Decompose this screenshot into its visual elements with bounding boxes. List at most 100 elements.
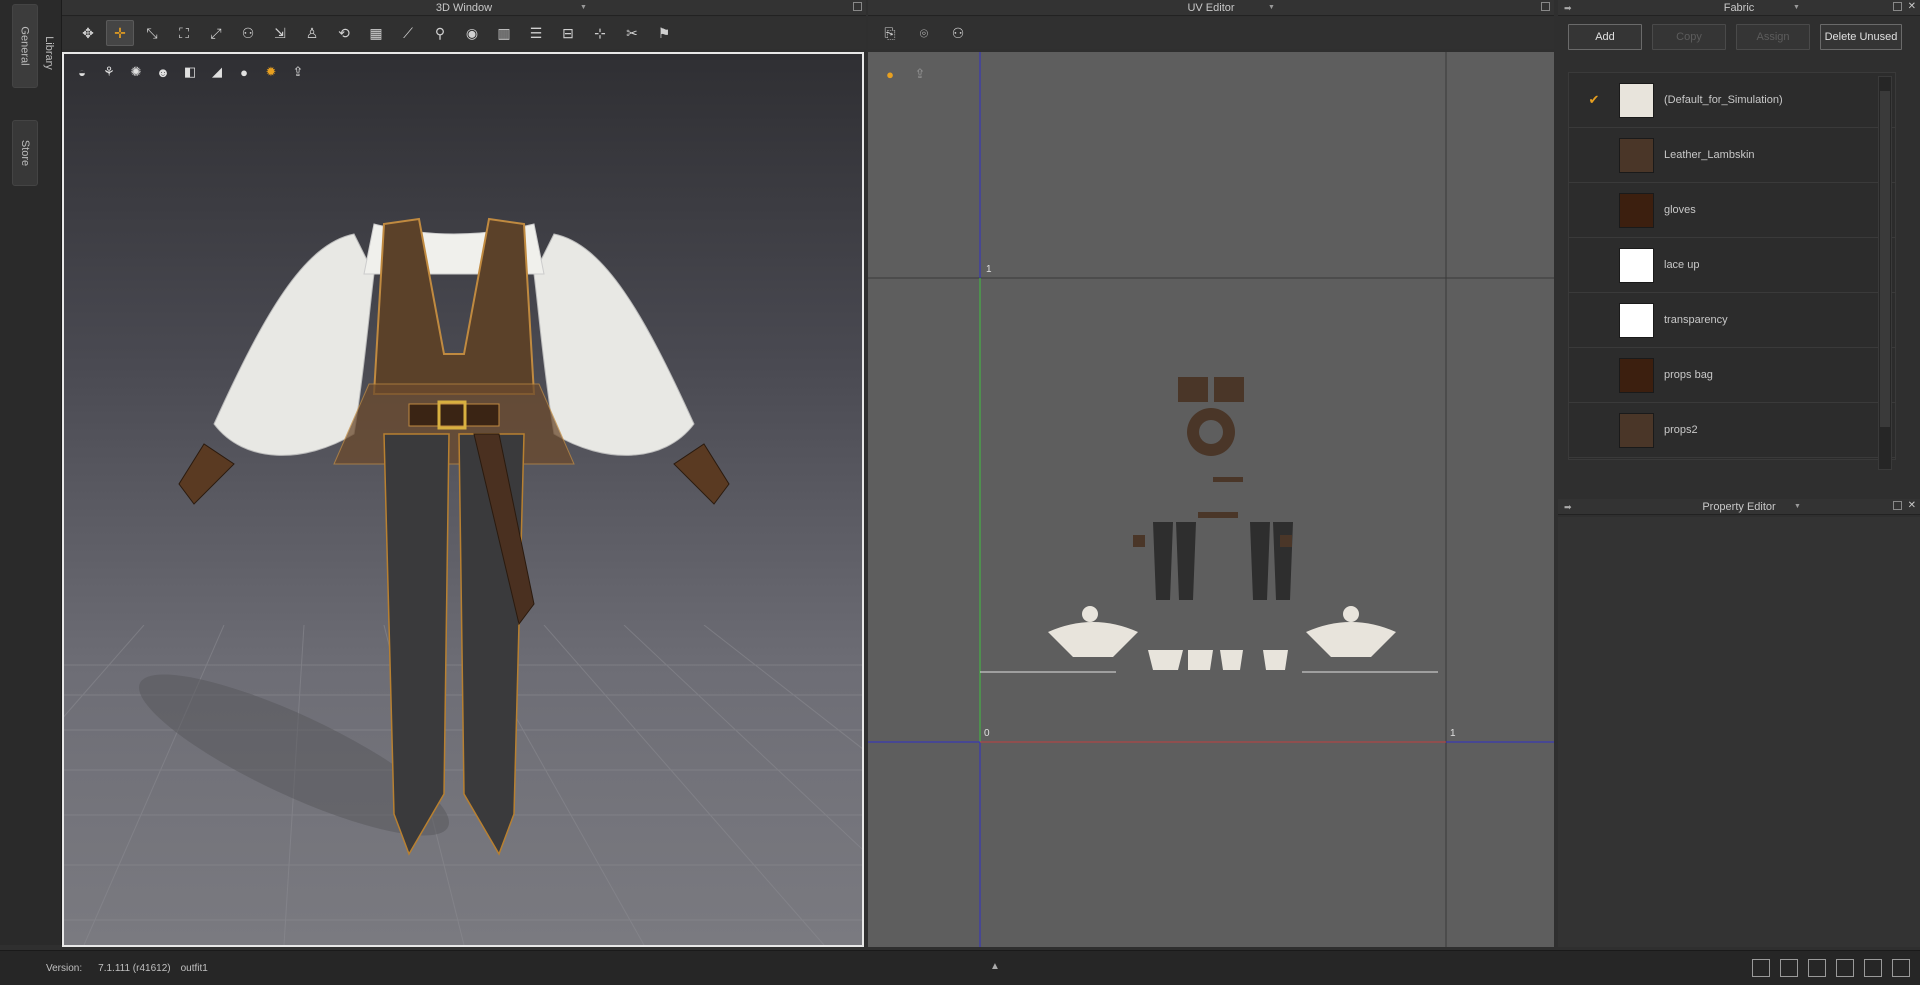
fabric-popout-icon[interactable] — [1893, 2, 1902, 11]
uv-canvas[interactable]: ● ⇪ 1 0 1 — [868, 52, 1554, 947]
layout-switcher — [1752, 959, 1910, 977]
fabric-item[interactable]: lace up — [1569, 238, 1895, 293]
uv-grid — [868, 52, 1554, 947]
uv-axis-label-origin: 0 — [984, 728, 990, 739]
property-pin-icon[interactable]: ➡ — [1564, 502, 1572, 513]
fabric-item[interactable]: ✔ (Default_for_Simulation) — [1569, 73, 1895, 128]
texture-icon[interactable]: ✺ — [124, 60, 148, 84]
fabric-item[interactable]: props2 — [1569, 403, 1895, 458]
ruler-icon[interactable]: ▥ — [490, 20, 518, 46]
fabric-list: ✔ (Default_for_Simulation) Leather_Lambs… — [1568, 72, 1896, 460]
left-tab-bar: General Library Store — [0, 0, 62, 945]
layout-triple-icon[interactable] — [1836, 959, 1854, 977]
layout-custom-icon[interactable] — [1892, 959, 1910, 977]
uv-editor-popout-icon[interactable] — [1541, 2, 1550, 11]
fabric-swatch — [1619, 412, 1654, 448]
viewport-3d[interactable]: ◒ ⚘ ✺ ☻ ◧ ◢ ● ✹ ⇪ — [62, 52, 864, 947]
fabric-item[interactable]: props bag — [1569, 348, 1895, 403]
version-value: 7.1.111 (r41612) — [98, 962, 171, 974]
garment-figure[interactable] — [154, 134, 774, 894]
tab-library-label: Library — [43, 36, 55, 70]
uv-toolbar: ⎘ ⌾ ⚇ — [868, 17, 1554, 49]
fabric-name: props2 — [1664, 424, 1698, 436]
add-fabric-button[interactable]: Add — [1568, 24, 1642, 50]
tack-icon[interactable]: ⇲ — [266, 20, 294, 46]
copy-fabric-button[interactable]: Copy — [1652, 24, 1726, 50]
fabric-swatch — [1619, 192, 1654, 228]
avatar-icon[interactable]: ♙ — [298, 20, 326, 46]
layout-grid-icon[interactable] — [1864, 959, 1882, 977]
select-mesh-icon[interactable]: ✥ — [74, 20, 102, 46]
property-close-icon[interactable]: ✕ — [1908, 500, 1916, 511]
snapshot-uv-icon[interactable]: ⎘ — [876, 20, 904, 46]
window3d-popout-icon[interactable] — [853, 2, 862, 11]
fabric-name: props bag — [1664, 369, 1713, 381]
length-icon[interactable]: ⊟ — [554, 20, 582, 46]
app-window: General Library Store 3D Window ▼ ✥ ✛ ⤡ … — [0, 0, 1920, 985]
snapshot-camera-icon[interactable]: ⌾ — [910, 20, 938, 46]
tab-general-label: General — [19, 26, 32, 66]
fabric-swatch — [1619, 137, 1654, 173]
fabric-swatch — [1619, 302, 1654, 338]
cut-icon[interactable]: ✂ — [618, 20, 646, 46]
fabric-scrollbar[interactable] — [1878, 76, 1892, 470]
sew-icon[interactable]: ⚲ — [426, 20, 454, 46]
fabric-pin-icon[interactable]: ➡ — [1564, 3, 1572, 14]
file-name: outfit1 — [180, 962, 208, 974]
fabric-item[interactable]: Leather_Lambskin — [1569, 128, 1895, 183]
export-icon[interactable]: ⇪ — [286, 60, 310, 84]
gap-icon[interactable]: ⊹ — [586, 20, 614, 46]
window3d-dropdown-icon[interactable]: ▼ — [580, 4, 587, 11]
fold-icon[interactable]: ⚇ — [234, 20, 262, 46]
sun-icon[interactable]: ✹ — [259, 60, 283, 84]
grid-icon[interactable]: ▦ — [362, 20, 390, 46]
fabric-view-icon[interactable]: ⚘ — [97, 60, 121, 84]
expand-up-icon[interactable]: ▲ — [990, 961, 1000, 972]
viewport-toolbar: ◒ ⚘ ✺ ☻ ◧ ◢ ● ✹ ⇪ — [70, 60, 310, 84]
plane-icon[interactable]: ◢ — [205, 60, 229, 84]
move-icon[interactable]: ✛ — [106, 20, 134, 46]
delete-unused-button[interactable]: Delete Unused — [1820, 24, 1902, 50]
uv-editor-header: UV Editor ▼ — [868, 0, 1554, 16]
fabric-item[interactable]: gloves — [1569, 183, 1895, 238]
tab-general[interactable]: General — [12, 4, 38, 88]
arrange-icon[interactable]: ⟲ — [330, 20, 358, 46]
walk-icon[interactable]: ⚑ — [650, 20, 678, 46]
uv-editor-dropdown-icon[interactable]: ▼ — [1268, 4, 1275, 11]
fabric-swatch — [1619, 82, 1654, 118]
stitch-icon[interactable]: ◧ — [178, 60, 202, 84]
property-editor-body — [1558, 517, 1920, 947]
window3d-title: 3D Window — [435, 1, 493, 14]
tab-store[interactable]: Store — [12, 120, 38, 186]
fabric-dropdown-icon[interactable]: ▼ — [1793, 4, 1800, 11]
garment-icon[interactable]: ⛶ — [170, 20, 198, 46]
layout-split-icon[interactable] — [1780, 959, 1798, 977]
tab-store-label: Store — [19, 139, 32, 167]
measure-icon[interactable]: ☰ — [522, 20, 550, 46]
layout-single-icon[interactable] — [1752, 959, 1770, 977]
property-dropdown-icon[interactable]: ▼ — [1794, 503, 1801, 510]
brush-icon[interactable]: ⟋ — [394, 20, 422, 46]
pin-icon[interactable]: ⤢ — [202, 20, 230, 46]
window3d-header: 3D Window ▼ — [62, 0, 866, 16]
uv-axis-label-top: 1 — [986, 264, 992, 275]
fabric-name: lace up — [1664, 259, 1700, 271]
fabric-close-icon[interactable]: ✕ — [1908, 1, 1916, 12]
layout-quad-icon[interactable] — [1808, 959, 1826, 977]
version-label: Version: — [46, 962, 83, 974]
fabric-toolbar: Add Copy Assign Delete Unused — [1558, 17, 1920, 57]
uv-axis-label-right: 1 — [1450, 728, 1456, 739]
assign-fabric-button[interactable]: Assign — [1736, 24, 1810, 50]
tab-library[interactable]: Library — [36, 18, 62, 88]
point-icon[interactable]: ◉ — [458, 20, 486, 46]
shade-icon[interactable]: ◒ — [70, 60, 94, 84]
fabric-scrollbar-thumb[interactable] — [1880, 91, 1890, 427]
hide-avatar-icon[interactable]: ● — [232, 60, 256, 84]
fabric-name: (Default_for_Simulation) — [1664, 94, 1783, 106]
fabric-header: ➡ Fabric ▼ ✕ — [1558, 0, 1920, 16]
property-popout-icon[interactable] — [1893, 501, 1902, 510]
edit-pin-icon[interactable]: ⤡ — [138, 20, 166, 46]
avatar-view-icon[interactable]: ☻ — [151, 60, 175, 84]
fabric-item[interactable]: transparency — [1569, 293, 1895, 348]
arrange-uv-icon[interactable]: ⚇ — [944, 20, 972, 46]
